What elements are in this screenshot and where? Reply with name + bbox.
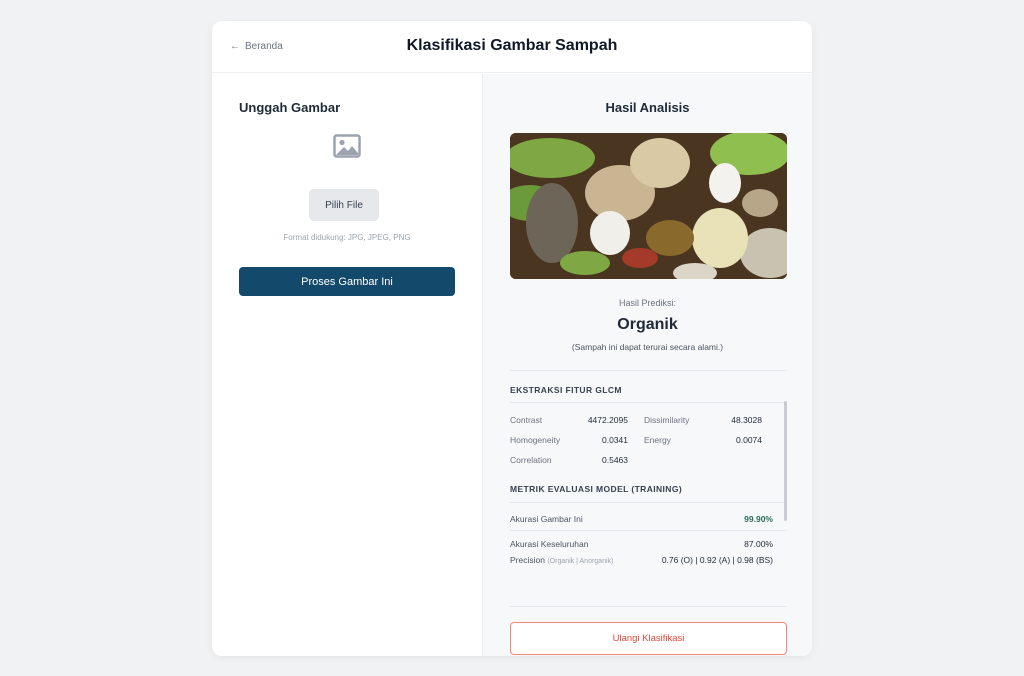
upload-panel: Unggah Gambar Pilih File Format didukung…: [212, 74, 482, 656]
feature-value: 48.3028: [731, 415, 762, 425]
feature-value: 0.0341: [602, 435, 628, 445]
divider: [510, 502, 787, 503]
divider: [510, 530, 787, 531]
image-placeholder-icon: [333, 134, 361, 158]
divider: [510, 370, 787, 371]
page-header: ← Beranda Klasifikasi Gambar Sampah: [212, 21, 812, 73]
image-accuracy-label: Akurasi Gambar Ini: [510, 514, 583, 524]
format-hint: Format didukung: JPG, JPEG, PNG: [283, 233, 411, 242]
prediction-label: Hasil Prediksi:: [618, 298, 676, 308]
main-card: ← Beranda Klasifikasi Gambar Sampah Ungg…: [212, 21, 812, 656]
feature-label: Homogeneity: [510, 435, 561, 445]
feature-value: 4472.2095: [587, 415, 628, 425]
pick-file-button[interactable]: Pilih File: [309, 189, 379, 221]
retry-classification-button[interactable]: Ulangi Klasifikasi: [510, 622, 787, 655]
feature-label: Contrast: [510, 415, 543, 425]
overall-accuracy-label: Akurasi Keseluruhan: [510, 539, 589, 549]
result-panel: Hasil Analisis Hasil Prediksi: Organik (…: [482, 74, 812, 656]
feature-label: Dissimilarity: [644, 415, 690, 425]
feature-value: 0.0074: [736, 435, 762, 445]
details-scroll-area[interactable]: EKSTRAKSI FITUR GLCM Contrast 4472.2095 …: [510, 380, 787, 588]
precision-label-text: Precision: [510, 555, 545, 565]
prediction-value: Organik: [617, 316, 678, 333]
prediction-description: (Sampah ini dapat terurai secara alami.): [571, 342, 724, 352]
feature-value: 0.5463: [602, 455, 628, 465]
process-image-button[interactable]: Proses Gambar Ini: [239, 267, 455, 296]
glcm-section-title: EKSTRAKSI FITUR GLCM: [510, 385, 622, 395]
metrics-section-title: METRIK EVALUASI MODEL (TRAINING): [510, 484, 683, 494]
result-section-title: Hasil Analisis: [605, 100, 690, 115]
feature-label: Correlation: [510, 455, 552, 465]
image-accuracy-value: 99.90%: [744, 514, 773, 524]
overall-accuracy-value: 87.00%: [744, 539, 773, 549]
feature-label: Energy: [644, 435, 671, 445]
scrollbar[interactable]: [784, 401, 787, 521]
precision-value: 0.76 (O) | 0.92 (A) | 0.98 (BS): [661, 555, 773, 565]
divider: [510, 606, 787, 607]
precision-label: Precision (Organik | Anorganik): [510, 555, 613, 565]
analyzed-image: [510, 133, 787, 279]
upload-section-title: Unggah Gambar: [239, 100, 341, 115]
page-title: Klasifikasi Gambar Sampah: [406, 37, 618, 54]
precision-sublabel: (Organik | Anorganik): [547, 558, 614, 565]
divider: [510, 402, 787, 403]
